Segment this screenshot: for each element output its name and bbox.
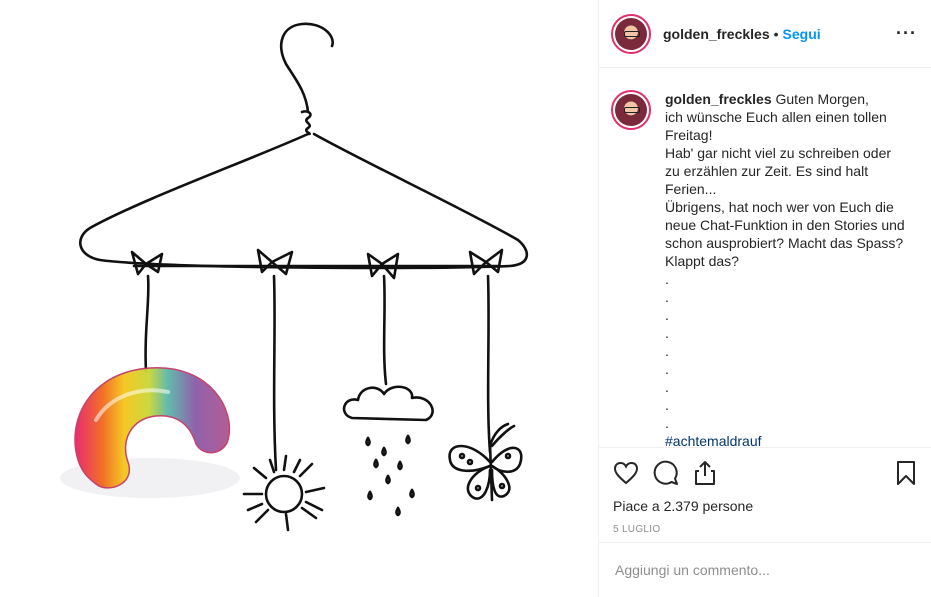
instagram-post: golden_freckles • Segui ··· golden_freck… [0,0,931,597]
caption-username[interactable]: golden_freckles [665,91,772,107]
add-comment-bar [599,542,931,597]
more-options-icon[interactable]: ··· [896,23,917,44]
hanger-mobile-illustration [60,22,529,532]
separator-dot: • [773,25,779,42]
follow-button[interactable]: Segui [783,26,821,42]
caption: golden_freckles Guten Morgen, ich wünsch… [611,90,917,447]
post-actions: Piace a 2.379 persone 5 luglio [599,447,931,542]
caption-avatar[interactable] [611,90,651,130]
heart-icon[interactable] [613,461,639,485]
post-date[interactable]: 5 luglio [613,524,917,535]
post-header: golden_freckles • Segui ··· [599,0,931,68]
post-sidebar: golden_freckles • Segui ··· golden_freck… [598,0,931,597]
comments-section[interactable]: golden_freckles Guten Morgen, ich wünsch… [599,68,931,447]
post-photo[interactable] [0,0,598,597]
caption-body: Guten Morgen, ich wünsche Euch allen ein… [665,91,905,431]
likes-count[interactable]: Piace a 2.379 persone [613,498,917,514]
hashtag-link[interactable]: #achtemaldrauf [665,432,907,447]
caption-text: golden_freckles Guten Morgen, ich wünsch… [665,90,907,447]
avatar[interactable] [611,13,651,54]
comment-input[interactable] [613,561,917,579]
bookmark-icon[interactable] [895,460,917,486]
share-icon[interactable] [693,460,717,486]
comment-icon[interactable] [653,460,679,486]
header-username[interactable]: golden_freckles [663,26,770,42]
